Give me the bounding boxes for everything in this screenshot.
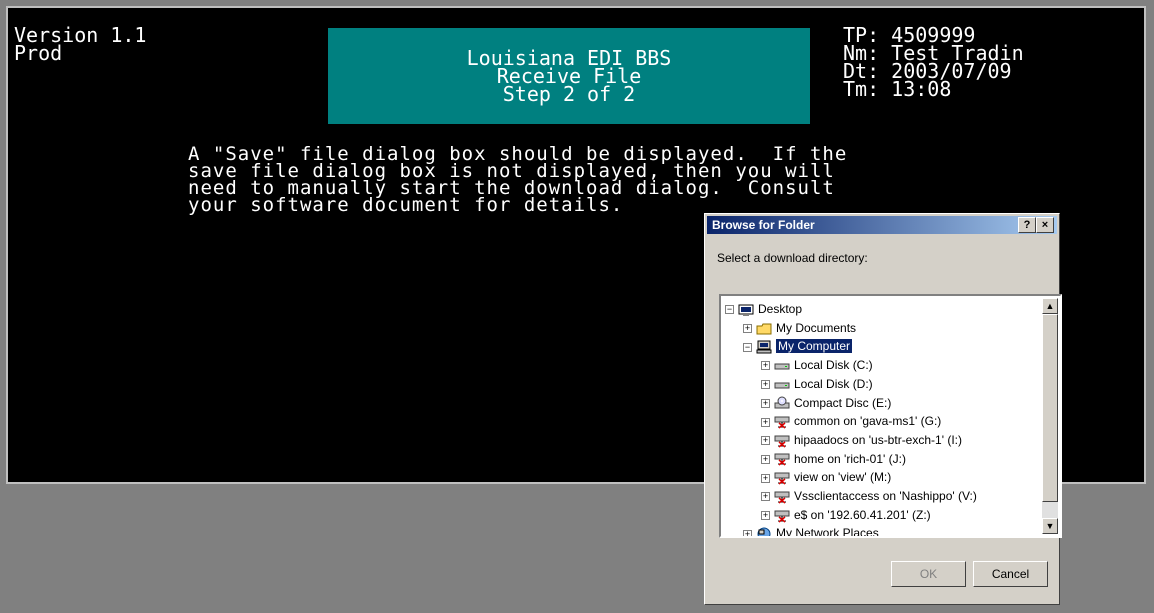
tree-item-label: e$ on '192.60.41.201' (Z:) — [794, 507, 931, 522]
tree-item[interactable]: + My Documents — [743, 319, 856, 337]
expand-toggle[interactable]: + — [743, 324, 752, 334]
header-panel: Louisiana EDI BBS Receive File Step 2 of… — [328, 28, 810, 124]
hard-drive-icon — [774, 378, 790, 392]
instruction-message: A "Save" file dialog box should be displ… — [188, 145, 968, 216]
tree-item-label: My Network Places — [776, 526, 879, 538]
expand-toggle[interactable]: + — [761, 417, 770, 427]
desktop-icon — [738, 303, 754, 317]
tree-item-label: My Documents — [776, 320, 857, 335]
tree-item[interactable]: − Desktop — [725, 300, 802, 318]
tree-item-label: Local Disk (C:) — [794, 358, 873, 373]
expand-toggle[interactable]: + — [761, 492, 770, 502]
tm-value: 13:08 — [891, 77, 952, 101]
scroll-down-button[interactable]: ▼ — [1042, 518, 1058, 534]
message-line: your software document for details. — [188, 194, 624, 216]
tree-item-label: common on 'gava-ms1' (G:) — [794, 414, 942, 429]
tm-label: Tm: — [843, 77, 880, 101]
network-drive-icon — [774, 434, 790, 448]
expand-toggle[interactable]: + — [761, 454, 770, 464]
expand-toggle[interactable]: + — [761, 398, 770, 408]
tree-item-label: Local Disk (D:) — [794, 376, 873, 391]
cancel-button[interactable]: Cancel — [973, 561, 1048, 587]
expand-toggle[interactable]: + — [743, 529, 752, 536]
status-panel: TP: 4509999 Nm: Test Tradin Dt: 2003/07/… — [843, 25, 1024, 101]
tree-item[interactable]: + common on 'gava-ms1' (G:) — [761, 412, 941, 430]
tree-item[interactable]: + My Network Places — [743, 524, 879, 538]
ok-button[interactable]: OK — [891, 561, 966, 587]
browse-folder-dialog[interactable]: Browse for Folder ? × Select a download … — [704, 213, 1062, 605]
tree-item-label: Compact Disc (E:) — [794, 395, 892, 410]
tree-item-label: hipaadocs on 'us-btr-exch-1' (I:) — [794, 432, 962, 447]
tree-item[interactable]: + home on 'rich-01' (J:) — [761, 450, 906, 468]
tree-item-label: My Computer — [776, 339, 853, 354]
tree-item[interactable]: + Local Disk (D:) — [761, 375, 873, 393]
network-drive-icon — [774, 452, 790, 466]
version-info: Version 1.1 Prod — [14, 25, 146, 65]
expand-toggle[interactable]: + — [761, 361, 770, 371]
tree-scrollbar[interactable]: ▲ ▼ — [1042, 298, 1058, 534]
tree-item[interactable]: + Local Disk (C:) — [761, 356, 873, 374]
network-drive-icon — [774, 490, 790, 504]
network-drive-icon — [774, 509, 790, 523]
tree-item[interactable]: − My Computer — [743, 337, 853, 355]
expand-toggle[interactable]: + — [761, 511, 770, 521]
dialog-titlebar[interactable]: Browse for Folder ? × — [707, 216, 1057, 234]
tree-item-label: home on 'rich-01' (J:) — [794, 451, 906, 466]
scroll-thumb[interactable] — [1042, 314, 1058, 502]
folder-icon — [756, 322, 772, 336]
header-step: Step 2 of 2 — [502, 82, 636, 106]
computer-icon — [756, 340, 772, 354]
cd-drive-icon — [774, 396, 790, 410]
tree-item[interactable]: + Compact Disc (E:) — [761, 394, 891, 412]
expand-toggle[interactable]: + — [761, 380, 770, 390]
scroll-up-button[interactable]: ▲ — [1042, 298, 1058, 314]
tree-item[interactable]: + e$ on '192.60.41.201' (Z:) — [761, 506, 931, 524]
help-button[interactable]: ? — [1018, 217, 1036, 233]
network-drive-icon — [774, 415, 790, 429]
hard-drive-icon — [774, 359, 790, 373]
folder-tree[interactable]: ▲ ▼ − Desktop + My Documents − My Computer + Lo… — [719, 294, 1062, 538]
dialog-title: Browse for Folder — [712, 218, 815, 232]
environment-line: Prod — [14, 41, 63, 65]
close-button[interactable]: × — [1036, 217, 1054, 233]
tree-item[interactable]: + hipaadocs on 'us-btr-exch-1' (I:) — [761, 431, 962, 449]
collapse-toggle[interactable]: − — [743, 342, 752, 352]
collapse-toggle[interactable]: − — [725, 305, 734, 315]
tree-item-label: Vssclientaccess on 'Nashippo' (V:) — [794, 489, 977, 503]
expand-toggle[interactable]: + — [761, 436, 770, 446]
tree-item[interactable]: + view on 'view' (M:) — [761, 468, 891, 486]
network-places-icon — [756, 527, 772, 536]
tree-item-label: Desktop — [758, 302, 803, 316]
dialog-prompt: Select a download directory: — [717, 251, 868, 265]
network-drive-icon — [774, 471, 790, 485]
tree-item[interactable]: + Vssclientaccess on 'Nashippo' (V:) — [761, 487, 977, 505]
tree-item-label: view on 'view' (M:) — [794, 470, 892, 485]
expand-toggle[interactable]: + — [761, 473, 770, 483]
